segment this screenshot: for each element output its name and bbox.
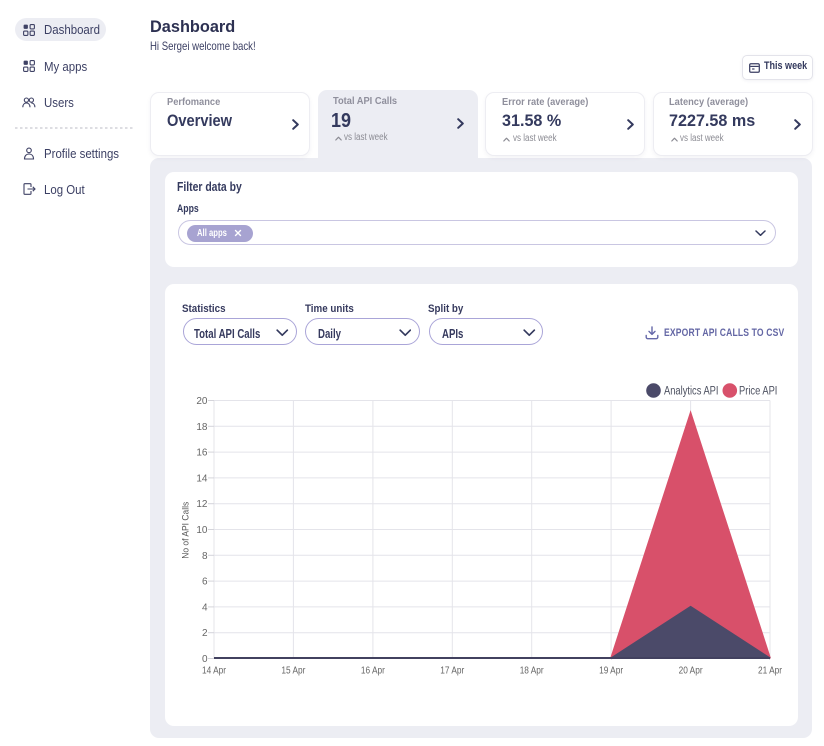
- svg-text:14 Apr: 14 Apr: [202, 666, 227, 677]
- svg-text:16 Apr: 16 Apr: [361, 666, 386, 677]
- svg-text:16: 16: [196, 448, 208, 459]
- svg-text:19 Apr: 19 Apr: [599, 666, 624, 677]
- svg-text:4: 4: [202, 602, 208, 613]
- svg-text:No of API Calls: No of API Calls: [181, 501, 191, 558]
- svg-text:Price API: Price API: [739, 386, 777, 398]
- svg-text:Analytics API: Analytics API: [664, 386, 719, 398]
- svg-text:18: 18: [196, 422, 208, 433]
- svg-text:0: 0: [202, 654, 208, 665]
- svg-text:17 Apr: 17 Apr: [440, 666, 465, 677]
- svg-text:15 Apr: 15 Apr: [281, 666, 306, 677]
- svg-text:21 Apr: 21 Apr: [758, 666, 783, 677]
- svg-text:14: 14: [196, 473, 208, 484]
- svg-text:6: 6: [202, 577, 208, 588]
- svg-text:12: 12: [196, 499, 208, 510]
- svg-text:20 Apr: 20 Apr: [679, 666, 704, 677]
- svg-text:8: 8: [202, 551, 208, 562]
- svg-text:10: 10: [196, 525, 208, 536]
- svg-text:20: 20: [196, 396, 208, 407]
- svg-text:2: 2: [202, 628, 208, 639]
- svg-text:18 Apr: 18 Apr: [520, 666, 545, 677]
